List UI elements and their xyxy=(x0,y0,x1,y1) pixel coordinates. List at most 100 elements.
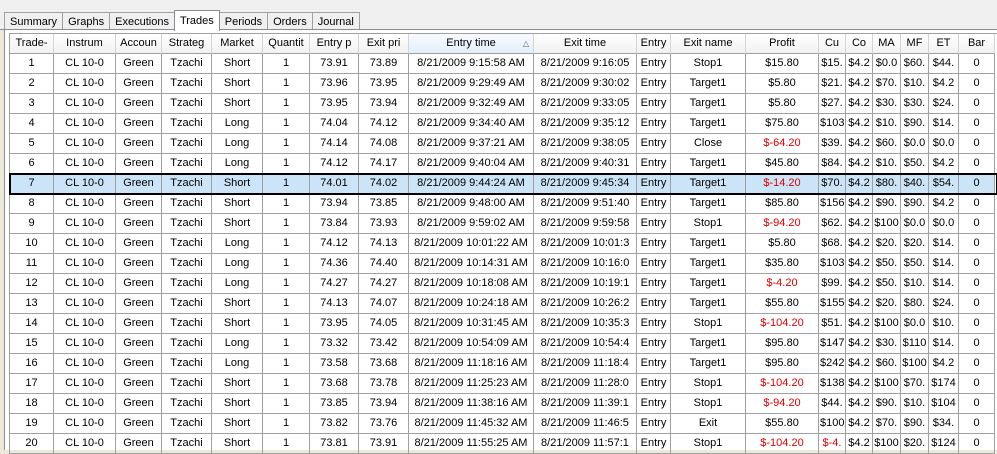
cell-entry-price: 73.81 xyxy=(310,434,359,454)
col-header-profit[interactable]: Profit xyxy=(746,34,819,54)
cell-trade-number: 19 xyxy=(10,414,54,434)
tab-trades[interactable]: Trades xyxy=(173,10,220,31)
cell-mfe: $0.0 xyxy=(901,214,929,234)
cell-account: Green xyxy=(116,374,162,394)
col-header-market[interactable]: Market xyxy=(212,34,263,54)
cell-exit-name: Stop1 xyxy=(671,54,746,74)
table-row[interactable]: 16 CL 10-0 Green Tzachi Long 1 73.58 73.68 8/21/… xyxy=(10,354,997,374)
cell-instrument: CL 10-0 xyxy=(54,394,116,414)
cell-bars: 0 xyxy=(959,74,995,94)
cell-exit-price: 73.91 xyxy=(359,434,409,454)
cell-quantity: 1 xyxy=(263,174,310,194)
cell-exit-name: Target1 xyxy=(671,154,746,174)
cell-exit-name: Target1 xyxy=(671,354,746,374)
cell-account: Green xyxy=(116,94,162,114)
cell-quantity: 1 xyxy=(263,414,310,434)
cell-entry-price: 73.95 xyxy=(310,314,359,334)
cell-trade-number: 5 xyxy=(10,134,54,154)
table-row[interactable]: 10 CL 10-0 Green Tzachi Long 1 74.12 74.13 8/21/… xyxy=(10,234,997,254)
cell-exit-time: 8/21/2009 9:59:58 xyxy=(534,214,637,234)
cell-exit-time: 8/21/2009 10:54:4 xyxy=(534,334,637,354)
col-header-commission[interactable]: Co xyxy=(846,34,873,54)
cell-profit: $75.80 xyxy=(746,114,819,134)
table-row[interactable]: 20 CL 10-0 Green Tzachi Short 1 73.81 73.91 8/21… xyxy=(10,434,997,454)
col-header-account[interactable]: Accoun xyxy=(116,34,162,54)
table-row[interactable]: 3 CL 10-0 Green Tzachi Short 1 73.95 73.94 8/21/… xyxy=(10,94,997,114)
cell-account: Green xyxy=(116,334,162,354)
cell-entry-time: 8/21/2009 9:40:04 AM xyxy=(409,154,534,174)
cell-cum-profit: $39. xyxy=(819,134,846,154)
cell-market-position: Short xyxy=(212,374,263,394)
cell-entry-name: Entry xyxy=(637,314,671,334)
cell-cum-profit: $44. xyxy=(819,394,846,414)
col-header-entry-name[interactable]: Entry xyxy=(637,34,671,54)
col-header-mfe[interactable]: MF xyxy=(901,34,929,54)
table-row[interactable]: 15 CL 10-0 Green Tzachi Long 1 73.32 73.42 8/21/… xyxy=(10,334,997,354)
cell-mfe: $20. xyxy=(901,234,929,254)
cell-market-position: Short xyxy=(212,414,263,434)
cell-commission: $4.2 xyxy=(846,254,873,274)
cell-mfe: $10. xyxy=(901,274,929,294)
col-header-exit-name[interactable]: Exit name xyxy=(671,34,746,54)
cell-exit-time: 8/21/2009 10:16:0 xyxy=(534,254,637,274)
col-header-entry-time[interactable]: Entry time △ xyxy=(409,34,534,54)
cell-entry-name: Entry xyxy=(637,274,671,294)
table-row[interactable]: 11 CL 10-0 Green Tzachi Long 1 74.36 74.40 8/21/… xyxy=(10,254,997,274)
table-row[interactable]: 5 CL 10-0 Green Tzachi Long 1 74.14 74.08 8/21/2… xyxy=(10,134,997,154)
cell-etd: $0.0 xyxy=(929,214,959,234)
cell-bars: 0 xyxy=(959,94,995,114)
cell-etd: $24. xyxy=(929,294,959,314)
table-header-row: Trade- Instrum Accoun Strateg Market Qua… xyxy=(10,34,997,54)
cell-etd: $0.0 xyxy=(929,134,959,154)
cell-exit-price: 73.68 xyxy=(359,354,409,374)
col-header-quantity[interactable]: Quantit xyxy=(263,34,310,54)
cell-strategy: Tzachi xyxy=(162,234,212,254)
cell-mae: $90. xyxy=(873,194,901,214)
cell-mfe: $70. xyxy=(901,374,929,394)
table-row[interactable]: 9 CL 10-0 Green Tzachi Short 1 73.84 73.93 8/21/… xyxy=(10,214,997,234)
table-row[interactable]: 13 CL 10-0 Green Tzachi Short 1 74.13 74.07 8/21… xyxy=(10,294,997,314)
cell-market-position: Long xyxy=(212,334,263,354)
cell-quantity: 1 xyxy=(263,154,310,174)
col-header-strategy[interactable]: Strateg xyxy=(162,34,212,54)
col-header-bars[interactable]: Bar xyxy=(959,34,995,54)
col-header-exit-time[interactable]: Exit time xyxy=(534,34,637,54)
cell-exit-price: 73.94 xyxy=(359,394,409,414)
cell-strategy: Tzachi xyxy=(162,94,212,114)
table-row[interactable]: 19 CL 10-0 Green Tzachi Short 1 73.82 73.76 8/21… xyxy=(10,414,997,434)
table-row[interactable]: 12 CL 10-0 Green Tzachi Long 1 74.27 74.27 8/21/… xyxy=(10,274,997,294)
cell-cum-profit: $103 xyxy=(819,254,846,274)
cell-strategy: Tzachi xyxy=(162,214,212,234)
table-row[interactable]: 4 CL 10-0 Green Tzachi Long 1 74.04 74.12 8/21/2… xyxy=(10,114,997,134)
cell-cum-profit: $242 xyxy=(819,354,846,374)
col-header-mae[interactable]: MA xyxy=(873,34,901,54)
cell-instrument: CL 10-0 xyxy=(54,294,116,314)
trades-panel: Trade- Instrum Accoun Strateg Market Qua… xyxy=(4,30,997,454)
cell-instrument: CL 10-0 xyxy=(54,354,116,374)
table-row[interactable]: 6 CL 10-0 Green Tzachi Long 1 74.12 74.17 8/21/2… xyxy=(10,154,997,174)
table-row[interactable]: 1 CL 10-0 Green Tzachi Short 1 73.91 73.89 8/21/… xyxy=(10,54,997,74)
table-row[interactable]: 18 CL 10-0 Green Tzachi Short 1 73.85 73.94 8/21… xyxy=(10,394,997,414)
table-row[interactable]: 14 CL 10-0 Green Tzachi Short 1 73.95 74.05 8/21… xyxy=(10,314,997,334)
col-header-etd[interactable]: ET xyxy=(929,34,959,54)
table-row[interactable]: 17 CL 10-0 Green Tzachi Short 1 73.68 73.78 8/21… xyxy=(10,374,997,394)
cell-cum-profit: $155 xyxy=(819,294,846,314)
col-header-cum-profit[interactable]: Cu xyxy=(819,34,846,54)
table-row[interactable]: 8 CL 10-0 Green Tzachi Short 1 73.94 73.85 8/21/… xyxy=(10,194,997,214)
cell-profit: $-94.20 xyxy=(746,394,819,414)
col-header-instrument[interactable]: Instrum xyxy=(54,34,116,54)
cell-exit-name: Target1 xyxy=(671,294,746,314)
cell-strategy: Tzachi xyxy=(162,314,212,334)
cell-mae: $10. xyxy=(873,154,901,174)
cell-entry-price: 73.96 xyxy=(310,74,359,94)
cell-instrument: CL 10-0 xyxy=(54,334,116,354)
col-header-trade[interactable]: Trade- xyxy=(10,34,54,54)
cell-instrument: CL 10-0 xyxy=(54,434,116,454)
table-row[interactable]: 7 CL 10-0 Green Tzachi Short 1 74.01 74.02 8/21/… xyxy=(9,173,997,195)
cell-entry-time: 8/21/2009 11:25:23 AM xyxy=(409,374,534,394)
cell-entry-name: Entry xyxy=(637,294,671,314)
col-header-exit-price[interactable]: Exit pri xyxy=(359,34,409,54)
cell-commission: $4.2 xyxy=(846,314,873,334)
table-row[interactable]: 2 CL 10-0 Green Tzachi Short 1 73.96 73.95 8/21/… xyxy=(10,74,997,94)
col-header-entry-price[interactable]: Entry p xyxy=(310,34,359,54)
